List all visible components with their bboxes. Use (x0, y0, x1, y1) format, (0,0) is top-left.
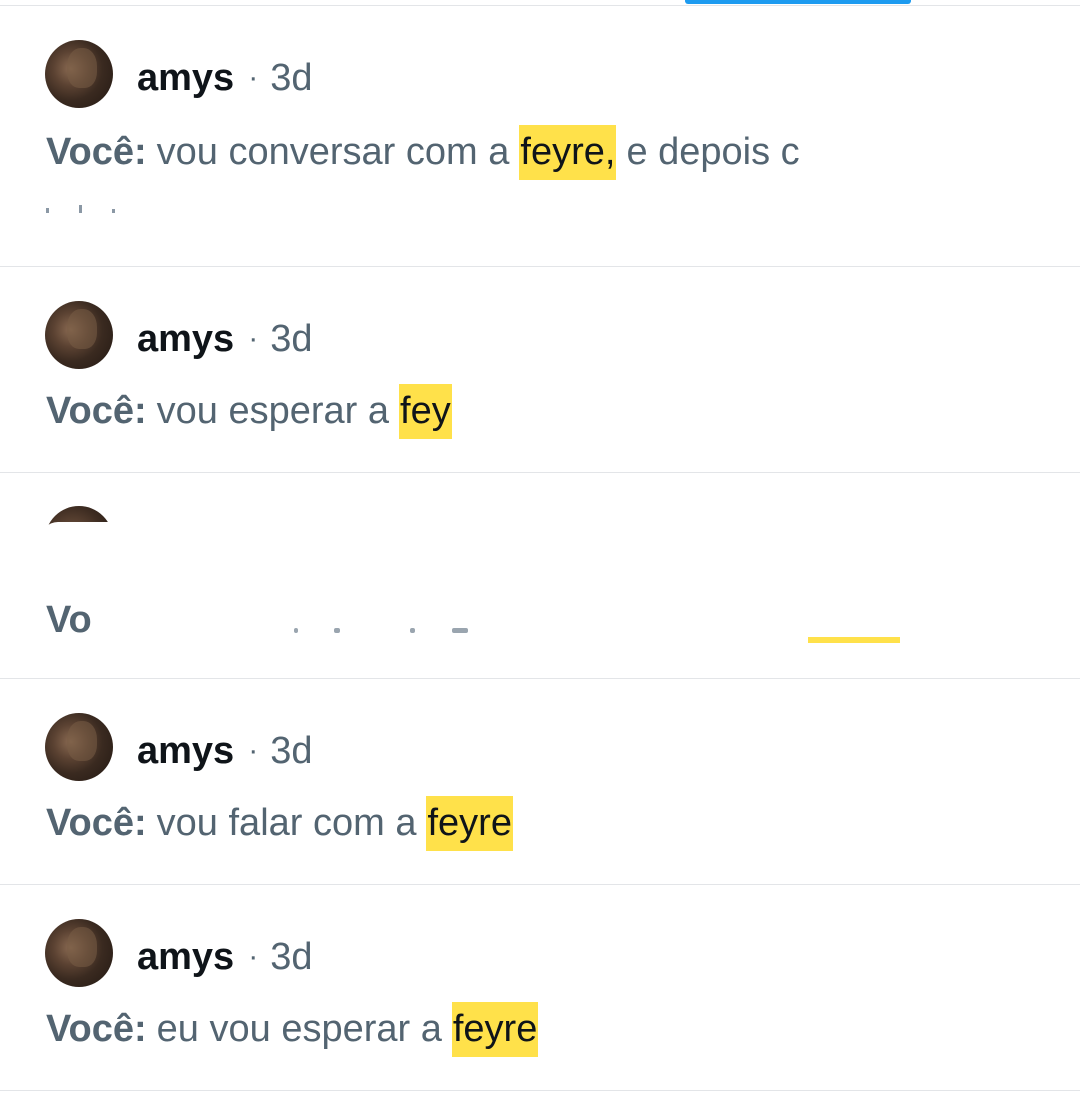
search-highlight (808, 637, 900, 643)
search-highlight: fey (399, 383, 452, 439)
user-name[interactable]: amys (137, 318, 234, 361)
avatar[interactable] (45, 40, 113, 108)
sender-label: Você: (46, 130, 147, 173)
timestamp: 3d (270, 729, 313, 772)
search-highlight: feyre (451, 1001, 539, 1057)
message-preview: Você: vou esperar a fey (46, 381, 452, 441)
search-highlight: feyre (426, 795, 513, 851)
user-name[interactable]: amys (137, 730, 234, 773)
result-header: amys · 3d (137, 729, 312, 773)
sender-label: Você: (46, 801, 147, 844)
message-text-before: vou esperar a (156, 389, 390, 432)
message-result-4[interactable]: amys · 3d Você: vou falar com a feyre (0, 679, 1080, 884)
dot-separator: · (248, 940, 259, 973)
active-tab-indicator (685, 0, 911, 4)
text-fragment (410, 628, 415, 633)
text-clip-mask (872, 6, 1080, 266)
message-result-1[interactable]: amys · 3d Você: vou conversar com a feyr… (0, 6, 1080, 266)
text-fragment (334, 628, 340, 633)
dot-separator: · (248, 322, 259, 355)
divider (0, 472, 1080, 473)
user-name[interactable]: amys (137, 936, 234, 979)
dot-separator: · (248, 61, 259, 94)
text-fragment (452, 628, 468, 633)
avatar[interactable] (45, 301, 113, 369)
redaction-mask (96, 590, 1080, 650)
result-header: amys · 3d (137, 935, 312, 979)
sender-label: Vo (46, 599, 92, 641)
result-header: amys · 3d (137, 317, 312, 361)
avatar[interactable] (45, 919, 113, 987)
search-highlight: feyre, (519, 124, 617, 180)
text-fragment (294, 628, 298, 633)
sender-label: Você: (46, 389, 147, 432)
avatar[interactable] (45, 713, 113, 781)
divider (0, 1090, 1080, 1091)
message-text-before: eu vou esperar a (156, 1007, 442, 1050)
timestamp: 3d (270, 935, 313, 978)
message-preview: Você: vou falar com a feyre (46, 793, 513, 853)
result-header: amys · 3d (137, 56, 312, 100)
dot-separator: · (248, 734, 259, 767)
message-preview: Você: vou conversar com a feyre, e depoi… (46, 122, 800, 182)
timestamp: 3d (270, 317, 313, 360)
message-result-2[interactable]: amys · 3d Você: vou esperar a fey (0, 267, 1080, 472)
message-preview: Você: eu vou esperar a feyre (46, 999, 539, 1059)
message-result-5[interactable]: amys · 3d Você: eu vou esperar a feyre (0, 885, 1080, 1090)
message-text-before: vou falar com a (156, 801, 417, 844)
timestamp: 3d (270, 56, 313, 99)
user-name[interactable]: amys (137, 57, 234, 100)
message-text-after: e depois c (626, 130, 800, 173)
sender-label: Você: (46, 1007, 147, 1050)
message-text-before: vou conversar com a (156, 130, 510, 173)
wrapped-text-fragment (46, 200, 115, 216)
